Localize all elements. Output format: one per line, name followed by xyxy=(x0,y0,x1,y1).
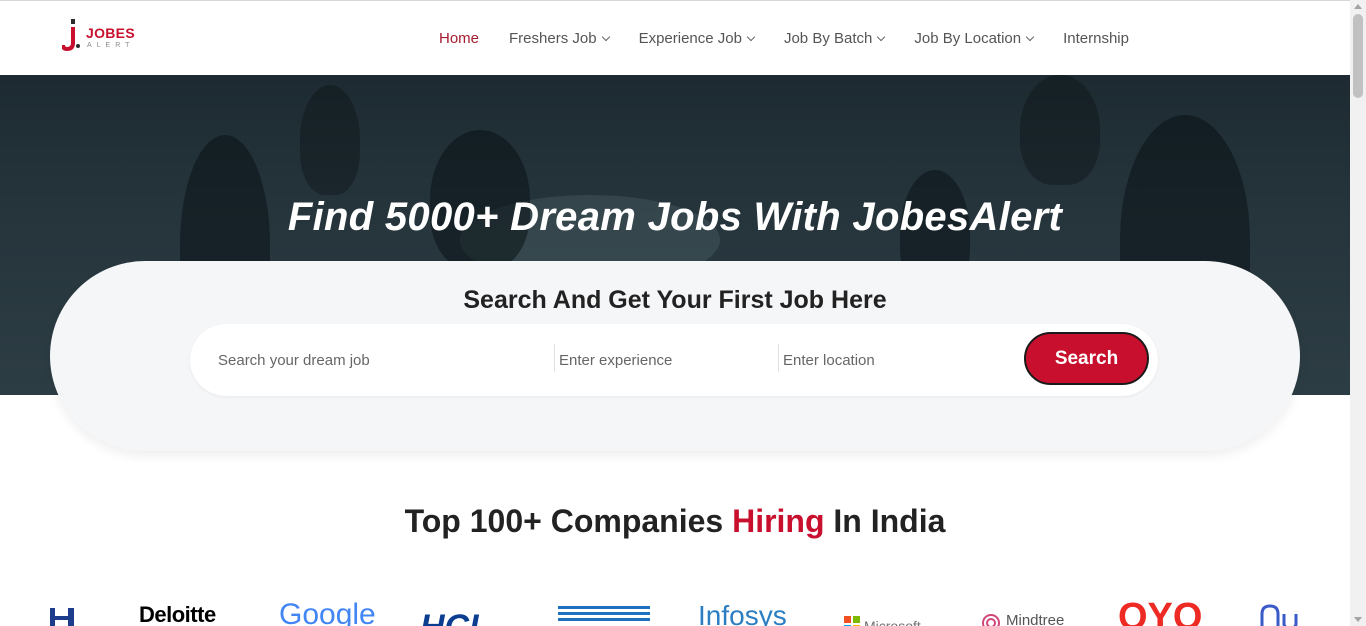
site-logo[interactable]: JOBES ALERT xyxy=(62,19,152,55)
companies-heading-highlight: Hiring xyxy=(732,503,825,539)
nav-internship-label: Internship xyxy=(1063,30,1129,47)
microsoft-logo-icon xyxy=(844,616,860,626)
ibm-logo xyxy=(558,606,650,621)
hero-title: Find 5000+ Dream Jobs With JobesAlert xyxy=(287,195,1063,239)
companies-heading-end: In India xyxy=(824,503,946,539)
hero-background-shadow xyxy=(1020,75,1100,185)
companies-heading-start: Top 100+ Companies xyxy=(404,503,733,539)
google-logo: Google xyxy=(279,598,376,626)
jobes-logo-icon xyxy=(62,19,80,51)
nav-internship[interactable]: Internship xyxy=(1063,30,1129,47)
companies-heading: Top 100+ Companies Hiring In India xyxy=(0,503,1350,540)
nav-home-label: Home xyxy=(439,30,480,47)
chevron-down-icon xyxy=(877,32,886,41)
search-panel: Search And Get Your First Job Here Searc… xyxy=(50,261,1300,451)
deloitte-logo: Deloitte xyxy=(139,602,216,626)
scrollbar-thumb[interactable] xyxy=(1353,14,1363,98)
scroll-up-arrow-icon[interactable] xyxy=(1354,4,1362,9)
brand-tagline: ALERT xyxy=(87,42,135,49)
nav-job-by-location[interactable]: Job By Location xyxy=(914,30,1035,47)
search-heading: Search And Get Your First Job Here xyxy=(463,286,887,314)
page: JOBES ALERT Home Freshers Job Experience… xyxy=(0,0,1366,626)
experience-input[interactable] xyxy=(559,344,769,376)
hcl-logo: HCL xyxy=(420,608,490,626)
search-button[interactable]: Search xyxy=(1024,332,1149,385)
nav-experience-job[interactable]: Experience Job xyxy=(638,30,756,47)
nav-job-by-batch[interactable]: Job By Batch xyxy=(783,30,886,47)
nav-job-by-batch-label: Job By Batch xyxy=(783,30,873,47)
navbar: JOBES ALERT Home Freshers Job Experience… xyxy=(0,0,1350,75)
search-divider xyxy=(554,344,555,372)
search-divider xyxy=(778,344,779,372)
main-nav: Home Freshers Job Experience Job Job By … xyxy=(439,1,1159,76)
brand-name: JOBES xyxy=(86,25,135,41)
company-logo-carousel: Deloitte Google HCL Infosys Microsoft Mi… xyxy=(0,596,1350,626)
chevron-down-icon xyxy=(746,32,756,41)
mindtree-logo-icon xyxy=(982,614,1000,626)
mindtree-logo: Mindtree xyxy=(1006,612,1065,626)
partial-company-logo xyxy=(1260,604,1298,626)
nav-freshers-job-label: Freshers Job xyxy=(509,30,597,47)
nav-experience-job-label: Experience Job xyxy=(638,30,742,47)
hero-background-shadow xyxy=(300,85,360,195)
infosys-logo: Infosys xyxy=(698,600,787,626)
page-scrollbar[interactable] xyxy=(1350,0,1366,626)
search-bar: Search xyxy=(190,324,1158,396)
chevron-down-icon xyxy=(601,32,610,41)
oyo-logo: OYO xyxy=(1118,596,1203,626)
nav-home[interactable]: Home xyxy=(439,30,479,47)
partial-company-logo xyxy=(50,608,74,626)
nav-freshers-job[interactable]: Freshers Job xyxy=(509,30,610,47)
microsoft-logo: Microsoft xyxy=(864,618,921,626)
nav-job-by-location-label: Job By Location xyxy=(914,30,1022,47)
chevron-down-icon xyxy=(1025,32,1035,41)
scroll-down-arrow-icon[interactable] xyxy=(1354,617,1362,622)
job-search-input[interactable] xyxy=(218,344,548,376)
location-input[interactable] xyxy=(783,344,1003,376)
